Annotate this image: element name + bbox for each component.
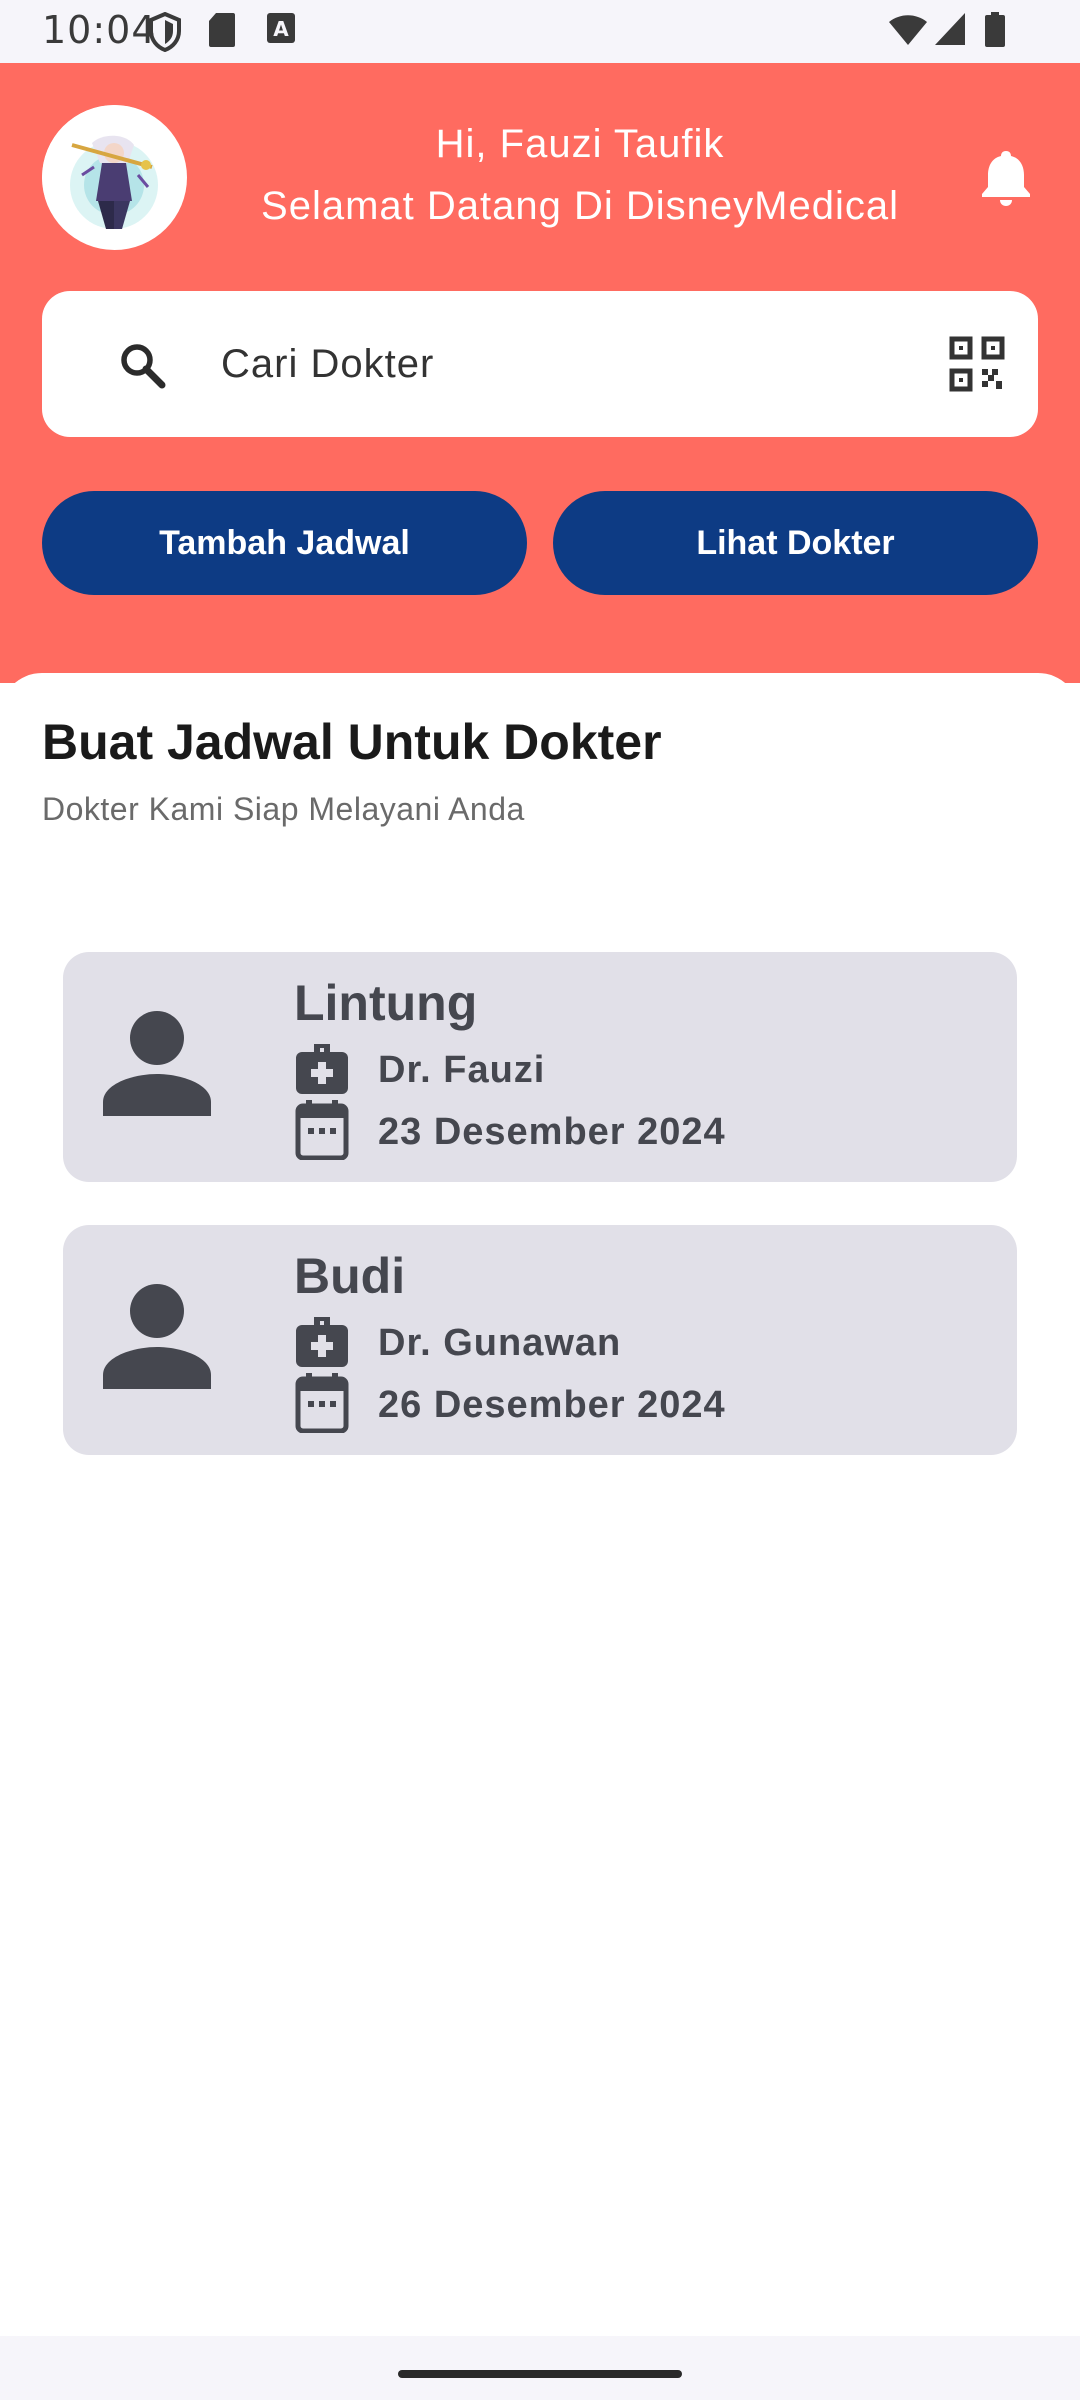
medical-bag-icon bbox=[294, 1040, 350, 1101]
cellular-signal-icon bbox=[934, 12, 966, 51]
navigation-bar bbox=[0, 2336, 1080, 2400]
wifi-icon bbox=[888, 12, 928, 51]
medical-bag-icon bbox=[294, 1313, 350, 1374]
doctor-row: Dr. Gunawan bbox=[294, 1313, 621, 1374]
doctor-name: Dr. Fauzi bbox=[378, 1049, 546, 1091]
search-icon[interactable] bbox=[118, 341, 166, 394]
person-icon bbox=[103, 1010, 211, 1123]
greeting-welcome: Selamat Datang Di DisneyMedical bbox=[261, 184, 899, 228]
appointment-date: 23 Desember 2024 bbox=[378, 1111, 726, 1153]
page-subtitle: Dokter Kami Siap Melayani Anda bbox=[42, 791, 525, 827]
status-time: 10:04 bbox=[42, 8, 157, 52]
appointment-card[interactable]: Lintung Dr. Fauzi 23 Desember 2024 bbox=[63, 952, 1017, 1182]
search-bar[interactable] bbox=[42, 291, 1038, 437]
doctor-row: Dr. Fauzi bbox=[294, 1040, 545, 1101]
calendar-icon bbox=[294, 1100, 350, 1165]
keyboard-a-icon: A bbox=[266, 12, 296, 49]
main-content: Buat Jadwal Untuk Dokter Dokter Kami Sia… bbox=[0, 673, 1080, 2333]
person-icon bbox=[103, 1283, 211, 1396]
status-bar: 10:04 A bbox=[0, 0, 1080, 63]
add-schedule-button[interactable]: Tambah Jadwal bbox=[42, 491, 527, 595]
patient-name: Budi bbox=[294, 1248, 406, 1304]
calendar-icon bbox=[294, 1373, 350, 1438]
battery-icon bbox=[984, 12, 1006, 53]
date-row: 23 Desember 2024 bbox=[294, 1100, 726, 1165]
greeting: Hi, Fauzi Taufik Selamat Datang Di Disne… bbox=[200, 113, 960, 237]
page-title: Buat Jadwal Untuk Dokter bbox=[42, 714, 662, 770]
profile-avatar[interactable] bbox=[42, 105, 187, 250]
doctor-name: Dr. Gunawan bbox=[378, 1322, 622, 1364]
home-gesture-handle[interactable] bbox=[398, 2370, 682, 2378]
header: Hi, Fauzi Taufik Selamat Datang Di Disne… bbox=[0, 63, 1080, 683]
sd-card-icon bbox=[208, 12, 236, 53]
appointment-date: 26 Desember 2024 bbox=[378, 1384, 726, 1426]
svg-text:A: A bbox=[273, 17, 289, 41]
appointment-card[interactable]: Budi Dr. Gunawan 26 Desember 2024 bbox=[63, 1225, 1017, 1455]
shield-icon bbox=[148, 11, 182, 57]
view-doctor-button[interactable]: Lihat Dokter bbox=[553, 491, 1038, 595]
patient-name: Lintung bbox=[294, 975, 478, 1031]
date-row: 26 Desember 2024 bbox=[294, 1373, 726, 1438]
bell-icon[interactable] bbox=[978, 149, 1034, 212]
qr-scan-icon[interactable] bbox=[948, 335, 1006, 398]
search-input[interactable] bbox=[179, 291, 939, 437]
greeting-name: Hi, Fauzi Taufik bbox=[435, 122, 725, 166]
